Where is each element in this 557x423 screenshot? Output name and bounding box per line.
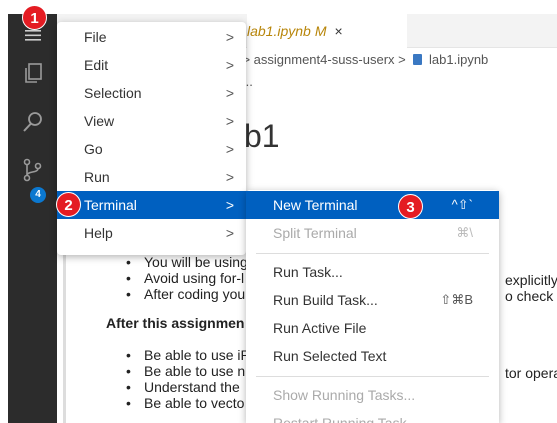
notebook-title: b1 <box>244 118 280 154</box>
chevron-right-icon: > <box>225 29 234 45</box>
chevron-right-icon: > <box>225 169 234 185</box>
breadcrumb-separator: > <box>398 52 406 67</box>
terminal-submenu: New Terminal ^⇧` Split Terminal ⌘\ Run T… <box>246 190 499 423</box>
submenu-item-run-selected-text[interactable]: Run Selected Text <box>246 342 499 370</box>
section-heading: After this assignmen <box>106 315 245 331</box>
menu-item-help[interactable]: Help > <box>57 219 246 247</box>
chevron-right-icon: > <box>225 57 234 73</box>
bullet-list-top: You will be using Avoid using for-l Afte… <box>126 254 248 302</box>
submenu-item-run-active-file[interactable]: Run Active File <box>246 314 499 342</box>
step-marker-2: 2 <box>56 192 81 217</box>
text-fragment: explicitly <box>505 272 557 288</box>
list-item: Be able to vecto <box>126 395 250 411</box>
breadcrumb: ct239 > assignment4-suss-userx > lab1.ip… <box>207 52 488 67</box>
explorer-icon[interactable] <box>20 60 46 86</box>
menu-separator <box>256 376 489 377</box>
submenu-item-run-task[interactable]: Run Task... <box>246 258 499 286</box>
breadcrumb-file[interactable]: lab1.ipynb <box>429 52 488 67</box>
chevron-right-icon: > <box>225 225 234 241</box>
menu-item-terminal[interactable]: Terminal > <box>57 191 246 219</box>
step-marker-1: 1 <box>22 5 47 30</box>
menu-item-run[interactable]: Run > <box>57 163 246 191</box>
list-item: Avoid using for-l <box>126 270 248 286</box>
keyboard-shortcut: ⌘\ <box>456 225 473 240</box>
search-icon[interactable] <box>20 109 46 135</box>
step-marker-3: 3 <box>398 194 423 219</box>
list-item: After coding you <box>126 286 248 302</box>
activity-bar: 4 <box>8 14 57 423</box>
submenu-item-restart-running-task: Restart Running Task... <box>273 415 419 423</box>
keyboard-shortcut: ^⇧` <box>451 197 473 212</box>
text-fragment: tor opera <box>505 365 557 381</box>
menu-separator <box>256 253 489 254</box>
list-item: You will be using <box>126 254 248 270</box>
list-item: Be able to use n <box>126 363 250 379</box>
scm-count-badge: 4 <box>30 187 46 203</box>
close-icon[interactable]: × <box>335 23 343 39</box>
application-menu: File > Edit > Selection > View > Go > Ru… <box>57 22 246 255</box>
submenu-item-split-terminal: Split Terminal ⌘\ <box>273 225 473 241</box>
text-fragment: o check if <box>505 288 557 304</box>
chevron-right-icon: > <box>225 113 234 129</box>
menu-item-view[interactable]: View > <box>57 107 246 135</box>
notebook-file-icon <box>413 54 423 65</box>
menu-item-selection[interactable]: Selection > <box>57 79 246 107</box>
submenu-item-show-running-tasks: Show Running Tasks... <box>273 387 416 403</box>
submenu-item-new-terminal[interactable]: New Terminal ^⇧` <box>246 191 499 219</box>
tab-title: lab1.ipynb <box>247 23 311 39</box>
breadcrumb-item[interactable]: assignment4-suss-userx <box>254 52 395 67</box>
chevron-right-icon: > <box>225 141 234 157</box>
menu-item-file[interactable]: File > <box>57 23 246 51</box>
menu-item-go[interactable]: Go > <box>57 135 246 163</box>
tab-modified-indicator: M <box>314 23 327 39</box>
keyboard-shortcut: ⇧⌘B <box>440 292 473 307</box>
bullet-list-bottom: Be able to use iP Be able to use n Under… <box>126 347 250 411</box>
tab-lab1[interactable]: lab1.ipynb M × <box>247 14 407 48</box>
submenu-item-run-build-task[interactable]: Run Build Task... ⇧⌘B <box>246 286 499 314</box>
chevron-right-icon: > <box>225 85 234 101</box>
chevron-right-icon: > <box>225 197 234 213</box>
list-item: Understand the <box>126 379 250 395</box>
source-control-icon[interactable] <box>20 157 46 183</box>
menu-item-edit[interactable]: Edit > <box>57 51 246 79</box>
list-item: Be able to use iP <box>126 347 250 363</box>
